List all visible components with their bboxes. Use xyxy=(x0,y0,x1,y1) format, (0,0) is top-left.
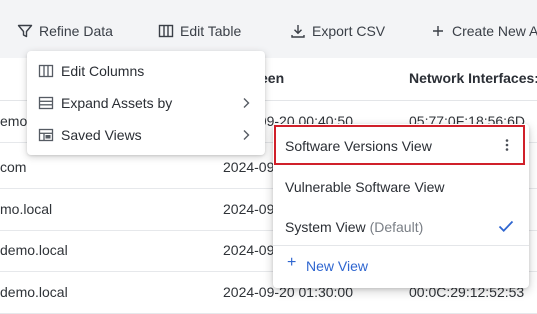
saved-views-submenu: Software Versions View Vulnerable Softwa… xyxy=(273,124,529,288)
columns-icon xyxy=(38,64,54,78)
menu-item-label: Saved Views xyxy=(61,127,142,143)
refine-data-label: Refine Data xyxy=(39,23,113,39)
saved-views-icon xyxy=(38,128,54,142)
filter-icon xyxy=(17,24,33,38)
download-icon xyxy=(291,25,305,38)
edit-table-button[interactable]: Edit Table xyxy=(158,20,241,42)
menu-item-label: Edit Columns xyxy=(61,63,145,79)
refine-data-menu: Edit Columns Expand Assets by Saved View… xyxy=(27,51,265,155)
table-columns-icon xyxy=(158,24,174,38)
refine-data-button[interactable]: Refine Data xyxy=(17,20,113,42)
last-seen-cell: 2024-09 xyxy=(223,159,275,175)
plus-icon: + xyxy=(287,254,297,271)
default-tag: (Default) xyxy=(369,219,424,235)
asset-name-cell[interactable]: com xyxy=(0,159,26,175)
saved-view-software-versions[interactable]: Software Versions View xyxy=(273,125,529,165)
rows-icon xyxy=(38,96,54,110)
asset-name-cell[interactable]: mo.local xyxy=(0,201,52,217)
last-seen-cell: 2024-09 xyxy=(223,201,275,217)
more-options-icon[interactable] xyxy=(499,137,515,153)
saved-view-system[interactable]: System View (Default) xyxy=(273,206,529,246)
menu-item-edit-columns[interactable]: Edit Columns xyxy=(27,55,265,87)
edit-table-label: Edit Table xyxy=(180,23,242,39)
saved-view-label: Vulnerable Software View xyxy=(285,179,445,195)
create-new-asset-button[interactable]: Create New As xyxy=(430,20,537,42)
create-new-label: Create New As xyxy=(452,23,537,39)
new-view-button[interactable]: + New View xyxy=(273,246,529,284)
export-csv-button[interactable]: Export CSV xyxy=(290,20,385,42)
column-header-network-interfaces[interactable]: Network Interfaces: xyxy=(409,70,537,86)
asset-name-cell[interactable]: demo.local xyxy=(0,242,68,258)
menu-item-saved-views[interactable]: Saved Views xyxy=(27,119,265,151)
menu-item-label: Expand Assets by xyxy=(61,95,173,111)
saved-view-label: System View (Default) xyxy=(285,219,423,235)
chevron-right-icon xyxy=(243,98,250,108)
asset-name-cell[interactable]: demo.local xyxy=(0,284,68,300)
menu-item-expand-assets-by[interactable]: Expand Assets by xyxy=(27,87,265,119)
saved-view-label: Software Versions View xyxy=(285,138,432,154)
system-view-name: System View xyxy=(285,219,366,235)
saved-view-vulnerable-software[interactable]: Vulnerable Software View xyxy=(273,166,529,206)
last-seen-cell: 2024-09 xyxy=(223,242,275,258)
check-icon xyxy=(498,220,514,232)
asset-name-cell[interactable]: emo xyxy=(0,113,27,129)
plus-icon xyxy=(433,26,443,36)
export-csv-label: Export CSV xyxy=(312,23,386,39)
chevron-right-icon xyxy=(243,130,250,140)
new-view-label: New View xyxy=(306,258,368,274)
